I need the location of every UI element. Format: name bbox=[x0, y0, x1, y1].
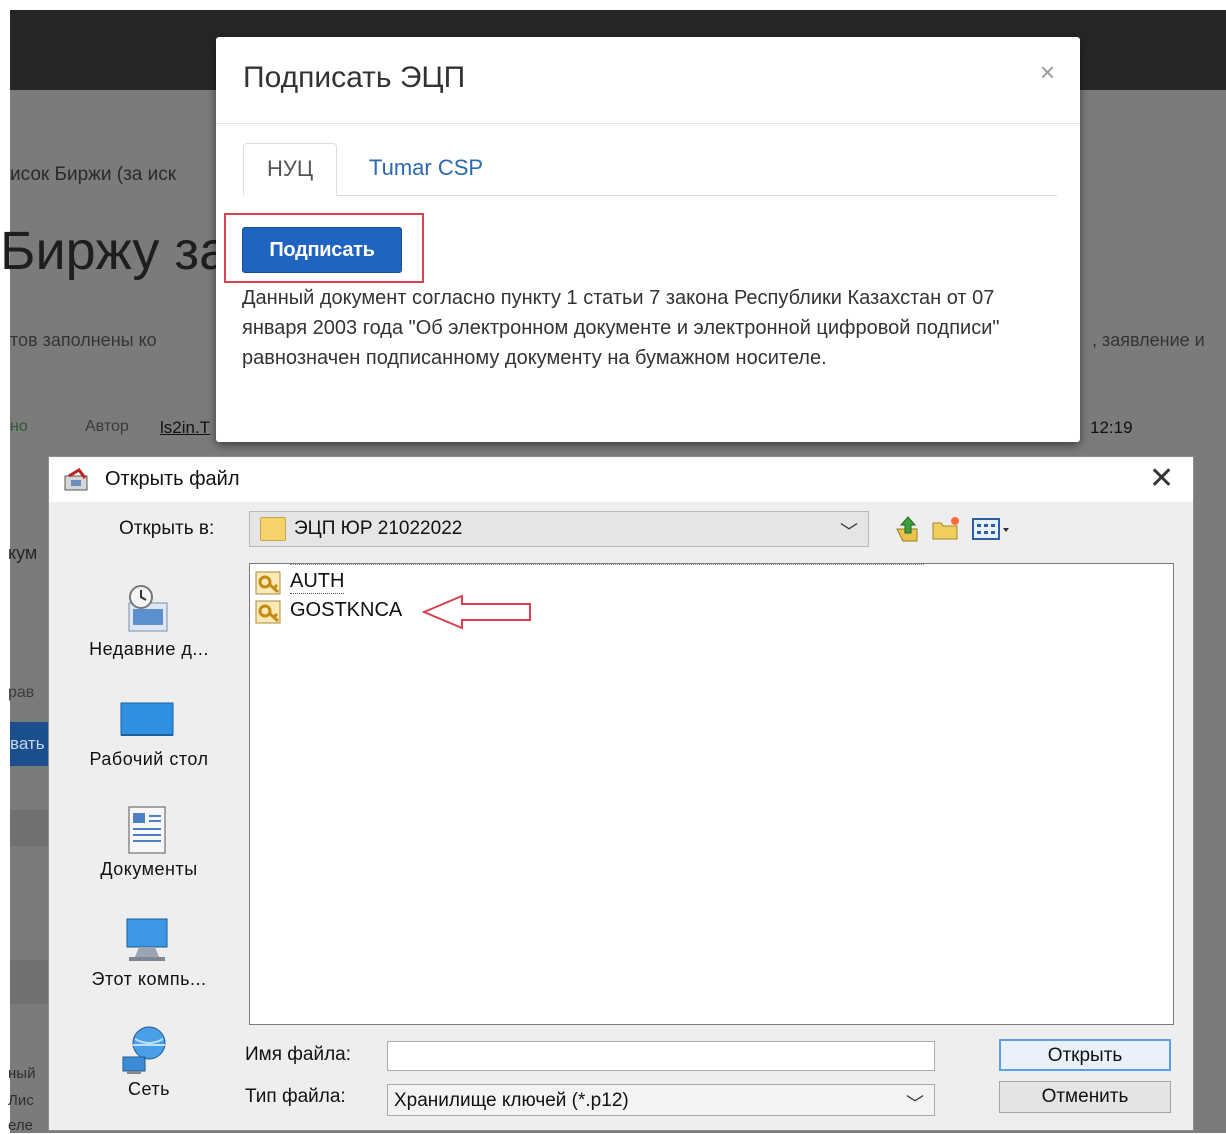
new-folder-icon[interactable] bbox=[931, 515, 961, 543]
background-text-line-end: , заявление и bbox=[1092, 330, 1205, 350]
file-list[interactable]: AUTH GOSTKNCA bbox=[249, 563, 1174, 1025]
key-file-icon bbox=[255, 600, 281, 624]
background-breadcrumb: исок Биржи (за иск bbox=[10, 164, 177, 185]
background-author-link: ls2in.T bbox=[160, 418, 211, 437]
background-left-text: Лис bbox=[8, 1092, 34, 1109]
look-in-dropdown[interactable]: ЭЦП ЮР 21022022 ﹀ bbox=[249, 511, 869, 547]
file-name-input[interactable] bbox=[387, 1041, 935, 1071]
place-this-computer[interactable]: Этот компь... bbox=[59, 907, 239, 1007]
cancel-button[interactable]: Отменить bbox=[999, 1081, 1171, 1113]
background-left-button: вать bbox=[10, 722, 50, 766]
sign-button[interactable]: Подписать bbox=[242, 227, 402, 273]
background-band bbox=[10, 960, 50, 1004]
tab-tumar-csp[interactable]: Tumar CSP bbox=[346, 143, 506, 195]
background-band bbox=[10, 810, 50, 846]
view-menu-icon[interactable] bbox=[971, 515, 1013, 543]
background-left-button-label: вать bbox=[10, 734, 45, 753]
background-text-line: тов заполнены ко bbox=[10, 330, 157, 350]
chevron-down-icon: ﹀ bbox=[906, 1094, 924, 1114]
background-time: 12:19 bbox=[1090, 418, 1133, 437]
background-left-text: кум bbox=[8, 543, 38, 563]
network-icon bbox=[122, 1026, 166, 1074]
place-label: Этот компь... bbox=[91, 969, 207, 989]
place-documents[interactable]: Документы bbox=[59, 797, 239, 897]
background-status: но bbox=[10, 418, 28, 435]
place-label: Недавние д... bbox=[89, 639, 209, 659]
file-type-value: Хранилище ключей (*.p12) bbox=[394, 1090, 629, 1111]
annotation-arrow-icon bbox=[422, 594, 531, 630]
tab-nuc[interactable]: НУЦ bbox=[243, 143, 338, 196]
dialog-titlebar: Открыть файл ✕ bbox=[49, 457, 1193, 502]
sign-modal: Подписать ЭЦП × НУЦ Tumar CSP Подписать … bbox=[216, 37, 1080, 442]
app-icon bbox=[64, 468, 88, 491]
folder-icon bbox=[260, 517, 286, 541]
up-one-level-icon[interactable] bbox=[893, 515, 923, 543]
background-author-label: Автор bbox=[85, 418, 129, 435]
file-item-auth[interactable]: AUTH bbox=[254, 564, 924, 596]
place-recent-items[interactable]: Недавние д... bbox=[59, 577, 239, 677]
place-desktop[interactable]: Рабочий стол bbox=[59, 687, 239, 787]
background-page-heading: Биржу за bbox=[0, 221, 230, 281]
open-button[interactable]: Открыть bbox=[999, 1039, 1171, 1071]
computer-icon bbox=[126, 918, 168, 961]
look-in-value: ЭЦП ЮР 21022022 bbox=[294, 518, 463, 539]
documents-icon bbox=[128, 806, 166, 854]
modal-description: Данный документ согласно пункту 1 статьи… bbox=[242, 287, 1000, 369]
recent-items-icon bbox=[128, 585, 168, 632]
file-type-dropdown[interactable]: Хранилище ключей (*.p12) ﹀ bbox=[387, 1084, 935, 1116]
place-label: Документы bbox=[100, 859, 198, 879]
desktop-icon bbox=[120, 702, 174, 736]
file-type-label: Тип файла: bbox=[245, 1086, 346, 1107]
background-left-text: рав bbox=[8, 684, 35, 701]
tab-strip-line bbox=[243, 195, 1057, 196]
dialog-close-button[interactable]: ✕ bbox=[1149, 461, 1174, 496]
key-file-icon bbox=[255, 571, 281, 595]
focus-dotted-line bbox=[290, 564, 924, 565]
dialog-title: Открыть файл bbox=[105, 468, 240, 490]
place-label: Рабочий стол bbox=[89, 749, 209, 769]
place-label: Сеть bbox=[127, 1079, 171, 1099]
background-left-text: ный bbox=[8, 1065, 36, 1082]
chevron-down-icon: ﹀ bbox=[840, 522, 858, 542]
background-left-text: еле bbox=[8, 1117, 33, 1134]
place-network[interactable]: Сеть bbox=[59, 1017, 239, 1117]
file-name: AUTH bbox=[290, 570, 345, 594]
look-in-label: Открыть в: bbox=[119, 518, 215, 539]
file-name-label: Имя файла: bbox=[245, 1044, 352, 1065]
modal-header-divider bbox=[216, 123, 1080, 124]
file-name: GOSTKNCA bbox=[290, 599, 403, 621]
modal-close-button[interactable]: × bbox=[1040, 57, 1055, 88]
modal-title: Подписать ЭЦП bbox=[243, 61, 466, 94]
open-file-dialog: Открыть файл ✕ Открыть в: ЭЦП ЮР 2102202… bbox=[48, 456, 1194, 1131]
